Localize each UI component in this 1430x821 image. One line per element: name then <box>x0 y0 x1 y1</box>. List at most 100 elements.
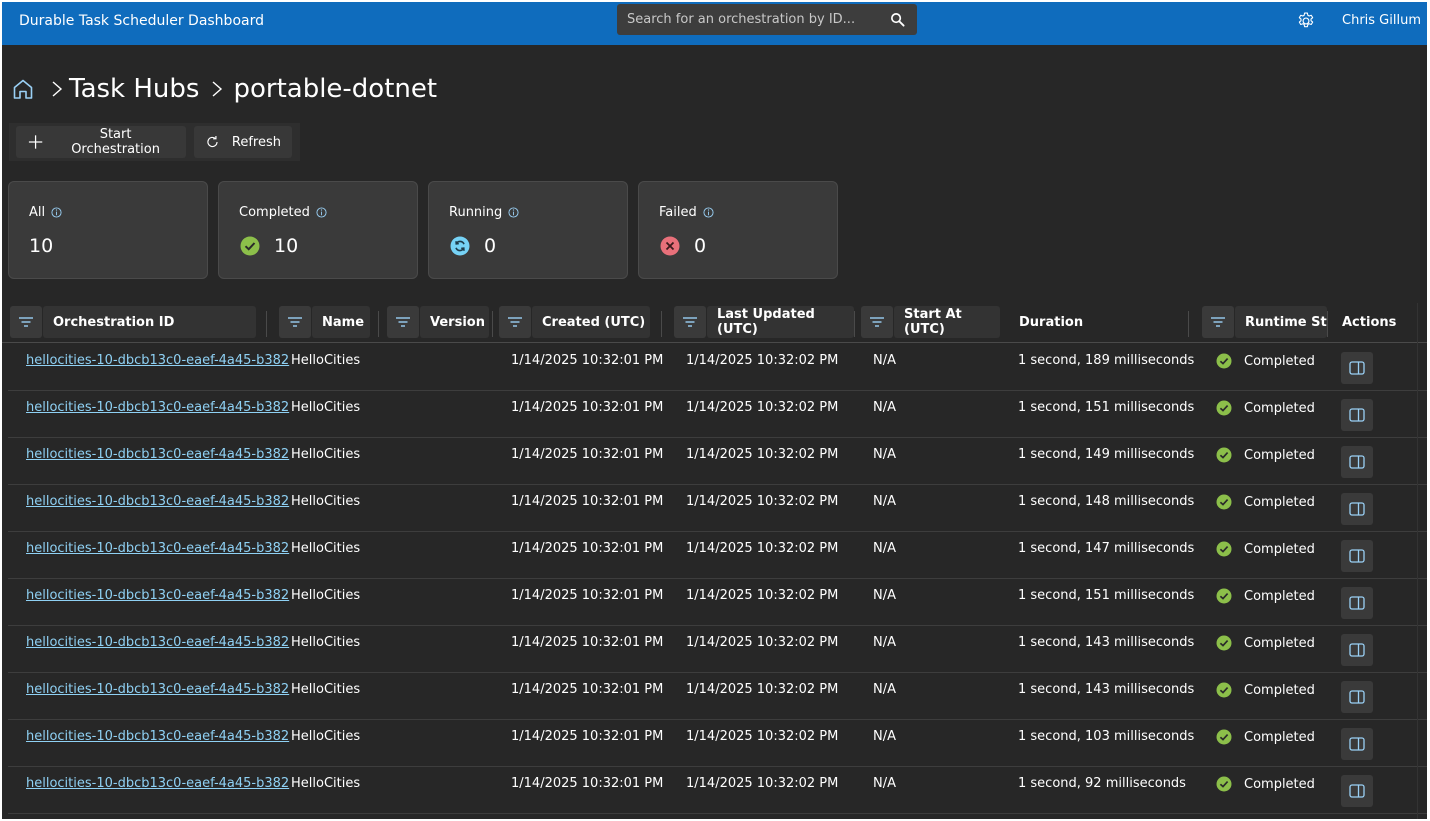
last-updated-cell: 1/14/2025 10:32:02 PM <box>686 494 839 509</box>
column-divider[interactable] <box>854 311 855 337</box>
panel-icon <box>1349 455 1365 469</box>
orchestration-id-link[interactable]: hellocities-10-dbcb13c0-eaef-4a45-b382 <box>26 353 289 368</box>
filter-button[interactable] <box>674 306 706 338</box>
stat-card-header: Running <box>449 205 519 220</box>
last-updated-cell: 1/14/2025 10:32:02 PM <box>686 400 839 415</box>
status-label: Completed <box>1244 635 1315 651</box>
column-sort-button[interactable]: Orchestration ID <box>43 306 256 338</box>
breadcrumb: Task Hubs portable-dotnet <box>11 72 437 106</box>
check-circle-icon <box>1216 729 1232 745</box>
filter-button[interactable] <box>861 306 893 338</box>
search-input[interactable] <box>617 4 885 35</box>
column-divider[interactable] <box>266 311 267 337</box>
column-sort-button[interactable]: Last Updated (UTC) <box>707 306 854 338</box>
stat-value: 0 <box>484 235 497 257</box>
column-divider[interactable] <box>661 311 662 337</box>
stat-value: 10 <box>274 235 299 257</box>
open-details-button[interactable] <box>1341 634 1373 666</box>
orchestration-id-link[interactable]: hellocities-10-dbcb13c0-eaef-4a45-b382 <box>26 541 289 556</box>
stat-card-header: Failed <box>659 205 714 220</box>
search-box[interactable] <box>617 4 917 35</box>
open-details-button[interactable] <box>1341 728 1373 760</box>
panel-icon <box>1349 502 1365 516</box>
orchestration-id-link[interactable]: hellocities-10-dbcb13c0-eaef-4a45-b382 <box>26 447 289 462</box>
filter-button[interactable] <box>387 306 419 338</box>
stat-card-completed[interactable]: Completed 10 <box>218 181 418 279</box>
breadcrumb-task-hubs[interactable]: Task Hubs <box>69 74 199 104</box>
open-details-button[interactable] <box>1341 540 1373 572</box>
orchestration-id-link[interactable]: hellocities-10-dbcb13c0-eaef-4a45-b382 <box>26 400 289 415</box>
filter-icon <box>870 317 884 327</box>
panel-icon <box>1349 643 1365 657</box>
orchestration-id-link[interactable]: hellocities-10-dbcb13c0-eaef-4a45-b382 <box>26 635 289 650</box>
filter-icon <box>396 317 410 327</box>
stat-card-running[interactable]: Running 0 <box>428 181 628 279</box>
orchestration-id-link[interactable]: hellocities-10-dbcb13c0-eaef-4a45-b382 <box>26 776 289 791</box>
filter-button[interactable] <box>1202 306 1234 338</box>
name-cell: HelloCities <box>291 682 361 697</box>
open-details-button[interactable] <box>1341 681 1373 713</box>
gear-icon[interactable] <box>1296 11 1316 31</box>
orchestration-id-link[interactable]: hellocities-10-dbcb13c0-eaef-4a45-b382 <box>26 682 289 697</box>
open-details-button[interactable] <box>1341 446 1373 478</box>
column-sort-button[interactable]: Version <box>420 306 489 338</box>
user-name[interactable]: Chris Gillum <box>1342 13 1421 28</box>
open-details-button[interactable] <box>1341 399 1373 431</box>
orchestration-id-link[interactable]: hellocities-10-dbcb13c0-eaef-4a45-b382 <box>26 729 289 744</box>
column-sort-button[interactable]: Name <box>312 306 370 338</box>
start-orchestration-button[interactable]: Start Orchestration <box>16 126 186 158</box>
info-icon[interactable] <box>51 207 62 218</box>
info-icon[interactable] <box>508 207 519 218</box>
duration-cell: 1 second, 143 milliseconds <box>1018 635 1195 650</box>
orchestration-id-link[interactable]: hellocities-10-dbcb13c0-eaef-4a45-b382 <box>26 588 289 603</box>
orchestration-id-link[interactable]: hellocities-10-dbcb13c0-eaef-4a45-b382 <box>26 494 289 509</box>
runtime-status-cell: Completed <box>1216 400 1315 416</box>
column-header-duration: Duration <box>1008 306 1129 338</box>
status-label: Completed <box>1244 682 1315 698</box>
panel-icon <box>1349 408 1365 422</box>
stat-card-all[interactable]: All 10 <box>8 181 208 279</box>
duration-cell: 1 second, 148 milliseconds <box>1018 494 1195 509</box>
top-bar: Durable Task Scheduler Dashboard Chris G… <box>2 2 1427 45</box>
runtime-status-cell: Completed <box>1216 729 1315 745</box>
orchestration-id-cell: hellocities-10-dbcb13c0-eaef-4a45-b382 <box>26 682 289 697</box>
open-details-button[interactable] <box>1341 352 1373 384</box>
info-icon[interactable] <box>316 207 327 218</box>
created-cell: 1/14/2025 10:32:01 PM <box>511 494 664 509</box>
runtime-status-cell: Completed <box>1216 353 1315 369</box>
panel-icon <box>1349 737 1365 751</box>
orchestration-id-cell: hellocities-10-dbcb13c0-eaef-4a45-b382 <box>26 588 289 603</box>
info-icon[interactable] <box>703 207 714 218</box>
runtime-status-cell: Completed <box>1216 447 1315 463</box>
open-details-button[interactable] <box>1341 587 1373 619</box>
orchestration-id-cell: hellocities-10-dbcb13c0-eaef-4a45-b382 <box>26 541 289 556</box>
column-sort-button[interactable]: Created (UTC) <box>532 306 650 338</box>
duration-cell: 1 second, 147 milliseconds <box>1018 541 1195 556</box>
panel-icon <box>1349 596 1365 610</box>
panel-icon <box>1349 690 1365 704</box>
column-divider[interactable] <box>1327 311 1328 337</box>
filter-button[interactable] <box>10 306 42 338</box>
column-sort-button[interactable]: Start At (UTC) <box>894 306 1000 338</box>
column-divider[interactable] <box>492 311 493 337</box>
table-row: hellocities-10-dbcb13c0-eaef-4a45-b382 He… <box>8 673 1427 720</box>
created-cell: 1/14/2025 10:32:01 PM <box>511 541 664 556</box>
refresh-button[interactable]: Refresh <box>194 126 292 158</box>
column-sort-button[interactable]: Runtime Stat <box>1235 306 1327 338</box>
home-icon[interactable] <box>11 77 35 101</box>
filter-button[interactable] <box>279 306 311 338</box>
column-divider[interactable] <box>378 311 379 337</box>
start-at-cell: N/A <box>873 635 896 650</box>
filter-icon <box>19 317 33 327</box>
name-cell: HelloCities <box>291 494 361 509</box>
search-icon[interactable] <box>890 12 905 27</box>
stat-card-failed[interactable]: Failed 0 <box>638 181 838 279</box>
filter-button[interactable] <box>499 306 531 338</box>
error-circle-icon <box>660 236 680 256</box>
refresh-label: Refresh <box>231 134 281 150</box>
table-row: hellocities-10-dbcb13c0-eaef-4a45-b382 He… <box>8 344 1427 391</box>
column-sort-button[interactable]: Duration <box>1009 306 1129 338</box>
open-details-button[interactable] <box>1341 775 1373 807</box>
column-divider[interactable] <box>1188 311 1189 337</box>
open-details-button[interactable] <box>1341 493 1373 525</box>
